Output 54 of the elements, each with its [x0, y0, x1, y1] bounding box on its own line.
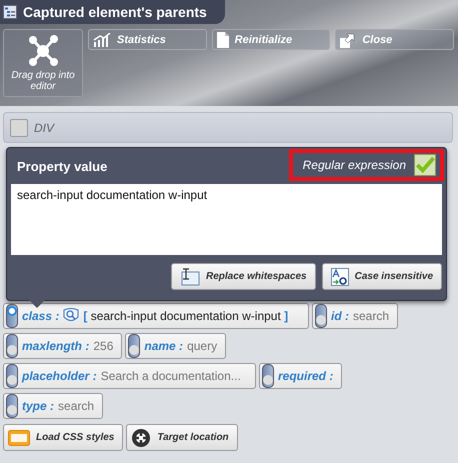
- attribute-name: type :: [22, 399, 54, 413]
- option-button[interactable]: Replace whitespaces: [171, 263, 316, 290]
- load-css-button[interactable]: Load CSS styles: [3, 424, 124, 451]
- attribute-name: required :: [278, 369, 334, 383]
- popup-title: Property value: [16, 158, 108, 174]
- toolbar-button[interactable]: Reinitialize: [212, 29, 330, 50]
- element-icon: [10, 118, 28, 136]
- chart-icon: [93, 32, 111, 46]
- attribute-value: query: [187, 339, 218, 353]
- attribute-value: Search a documentation...: [100, 369, 241, 383]
- attribute-value: search: [353, 309, 390, 323]
- toggle-switch[interactable]: [6, 334, 18, 358]
- drag-drop-button[interactable]: Drag drop into editor: [3, 29, 83, 97]
- toolbar-button[interactable]: Statistics: [88, 29, 207, 50]
- attribute-chip[interactable]: type : search: [3, 393, 104, 419]
- attribute-chip[interactable]: maxlength : 256: [3, 333, 122, 359]
- crosshair-icon: [131, 428, 152, 448]
- text-cursor-icon: [180, 268, 200, 286]
- window-title: Captured element's parents: [0, 0, 225, 24]
- target-button[interactable]: Target location: [126, 424, 238, 451]
- attribute-name: class :: [22, 309, 60, 323]
- attribute-chip[interactable]: name : query: [125, 333, 226, 359]
- font-case-icon: [330, 268, 349, 286]
- element-label: DIV: [34, 120, 54, 134]
- attribute-name: maxlength :: [22, 339, 90, 353]
- document-icon: [216, 32, 229, 48]
- attribute-value: 256: [93, 339, 114, 353]
- attribute-value: search: [58, 399, 94, 413]
- attribute-chip[interactable]: required :: [259, 363, 342, 389]
- search-icon: [63, 308, 80, 324]
- attribute-chip[interactable]: placeholder : Search a documentation...: [3, 363, 256, 389]
- tree-list-icon: [3, 5, 17, 19]
- toggle-switch[interactable]: [6, 304, 18, 328]
- network-icon: [26, 34, 60, 68]
- toggle-switch[interactable]: [262, 364, 274, 388]
- option-button[interactable]: Case insensitive: [322, 263, 442, 290]
- checkbox-label: Regular expression: [302, 158, 406, 172]
- toggle-switch[interactable]: [6, 394, 18, 418]
- attribute-value: [ search-input documentation w-input ]: [83, 309, 288, 323]
- close-button[interactable]: Close: [335, 29, 454, 50]
- parent-row[interactable]: DIV: [3, 112, 453, 143]
- attribute-name: name :: [144, 339, 184, 353]
- toggle-switch[interactable]: [6, 364, 18, 388]
- css-file-icon: [8, 430, 30, 446]
- attribute-name: id :: [331, 309, 349, 323]
- toggle-switch[interactable]: [315, 304, 327, 328]
- attribute-chip[interactable]: id : search: [312, 303, 398, 329]
- checkbox[interactable]: [414, 154, 436, 176]
- attribute-chip[interactable]: class : [ search-input documentation w-input ]: [3, 303, 309, 329]
- attribute-name: placeholder :: [22, 369, 97, 383]
- value-field[interactable]: search-input documentation w-input: [11, 184, 442, 255]
- expand-icon: [340, 32, 356, 48]
- check-icon: [415, 154, 435, 176]
- toggle-switch[interactable]: [128, 334, 140, 358]
